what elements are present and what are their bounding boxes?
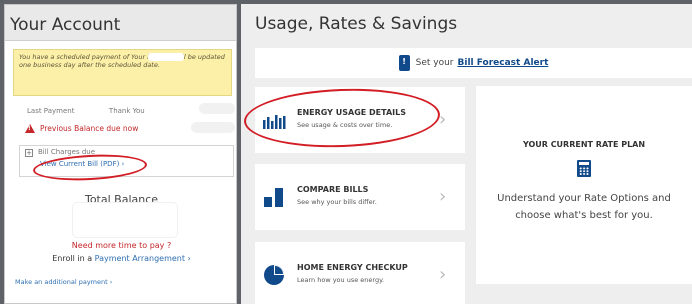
notice-text: You have a scheduled payment of Your bal… xyxy=(19,53,225,69)
chevron-right-icon: › xyxy=(439,186,447,207)
last-payment-row: Last Payment Thank You xyxy=(27,106,145,115)
expand-plus-icon[interactable]: + xyxy=(25,149,33,157)
previous-balance-text: Previous Balance due now xyxy=(40,124,139,133)
rate-plan-card[interactable]: YOUR CURRENT RATE PLAN Understand your R… xyxy=(476,86,692,284)
scheduled-payment-notice: You have a scheduled payment of Your bal… xyxy=(13,49,232,96)
chevron-right-icon: › xyxy=(439,264,447,285)
previous-balance-warning: Previous Balance due now xyxy=(25,124,138,133)
bill-forecast-alert-link[interactable]: Bill Forecast Alert xyxy=(458,58,549,68)
bill-forecast-banner[interactable]: Set your Bill Forecast Alert xyxy=(255,48,692,78)
redacted-last-payment xyxy=(78,106,105,113)
chevron-right-icon: › xyxy=(439,109,447,130)
pie-chart-icon xyxy=(264,265,284,285)
usage-title: Usage, Rates & Savings xyxy=(255,14,458,34)
redacted-last-payment-amount xyxy=(199,103,235,114)
card-title: COMPARE BILLS xyxy=(297,185,369,194)
card-subtitle: Learn how you use energy. xyxy=(297,276,385,284)
rate-plan-title: YOUR CURRENT RATE PLAN xyxy=(522,140,646,149)
enroll-text: Enroll in a Payment Arrangement › xyxy=(5,254,236,263)
compare-bills-card[interactable]: COMPARE BILLS See why your bills differ.… xyxy=(255,164,465,230)
enroll-prefix: Enroll in a xyxy=(52,254,95,263)
last-payment-label: Last Payment xyxy=(27,107,75,115)
rate-plan-description: Understand your Rate Options and choose … xyxy=(497,193,671,221)
redacted-previous-balance-amount xyxy=(191,122,235,133)
account-title: Your Account xyxy=(5,5,236,41)
more-time-text: Need more time to pay ? xyxy=(71,241,172,250)
redacted-total-balance xyxy=(73,203,177,237)
compare-bars-icon xyxy=(264,188,283,207)
usage-panel: Usage, Rates & Savings Set your Bill For… xyxy=(241,4,692,304)
account-panel: Your Account You have a scheduled paymen… xyxy=(4,4,237,304)
thank-you-text: Thank You xyxy=(108,107,145,115)
card-subtitle: See why your bills differ. xyxy=(297,198,377,206)
additional-payment-link[interactable]: Make an additional payment › xyxy=(15,278,112,286)
redacted-amount xyxy=(148,53,184,61)
calculator-icon xyxy=(577,160,591,177)
warning-icon xyxy=(25,124,35,133)
card-title: HOME ENERGY CHECKUP xyxy=(297,263,408,272)
payment-arrangement-link[interactable]: Payment Arrangement › xyxy=(95,254,191,263)
home-energy-checkup-card[interactable]: HOME ENERGY CHECKUP Learn how you use en… xyxy=(255,242,465,304)
forecast-prefix: Set your xyxy=(415,58,454,68)
phone-alert-icon xyxy=(398,55,410,71)
